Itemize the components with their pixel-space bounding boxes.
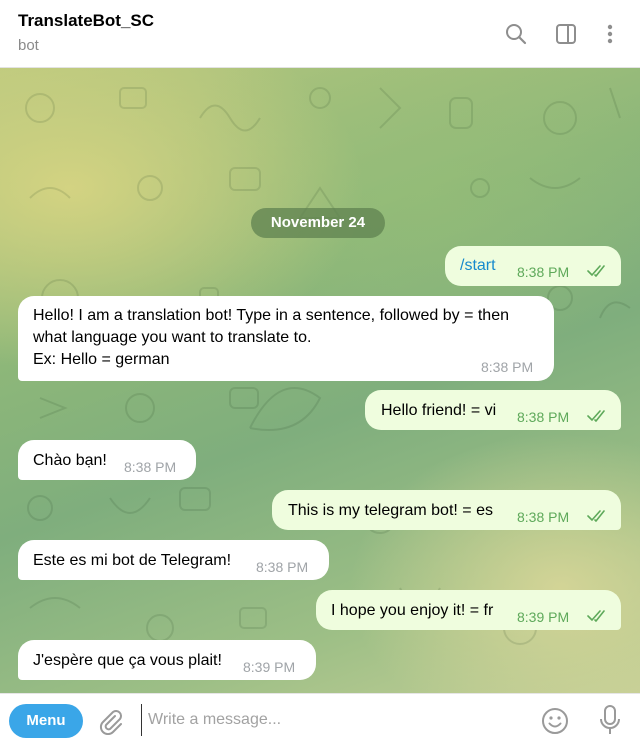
- message-text: Este es mi bot de Telegram!: [33, 552, 232, 569]
- double-check-icon: [587, 410, 605, 422]
- sidebar-panel-icon[interactable]: [552, 20, 580, 48]
- message-line: Ex: Hello = german: [33, 351, 170, 368]
- message-incoming[interactable]: J'espère que ça vous plait! 8:39 PM: [18, 640, 316, 680]
- message-time: 8:39 PM: [517, 609, 570, 625]
- message-outgoing[interactable]: /start 8:38 PM: [445, 246, 621, 286]
- message-text: This is my telegram bot! = es: [288, 502, 493, 519]
- message-text: Chào bạn!: [33, 452, 107, 469]
- message-outgoing[interactable]: Hello friend! = vi 8:38 PM: [365, 390, 621, 430]
- chat-header: TranslateBot_SC bot: [0, 0, 640, 68]
- message-time: 8:38 PM: [517, 509, 570, 525]
- bot-command-link[interactable]: /start: [460, 255, 496, 276]
- double-check-icon: [587, 265, 605, 277]
- message-incoming[interactable]: Este es mi bot de Telegram! 8:38 PM: [18, 540, 329, 580]
- message-composer: Menu: [0, 693, 640, 746]
- message-text: J'espère que ça vous plait!: [33, 652, 222, 669]
- more-vert-icon[interactable]: [596, 20, 624, 48]
- message-time: 8:38 PM: [517, 409, 570, 425]
- chat-history[interactable]: November 24 /start 8:38 PM Hello! I am a…: [0, 68, 640, 693]
- paperclip-icon[interactable]: [96, 707, 124, 740]
- microphone-icon[interactable]: [598, 704, 622, 743]
- date-separator: November 24: [251, 208, 385, 238]
- message-time: 8:38 PM: [256, 559, 309, 575]
- message-incoming[interactable]: Hello! I am a translation bot! Type in a…: [18, 296, 554, 381]
- double-check-icon: [587, 510, 605, 522]
- bot-menu-button[interactable]: Menu: [9, 704, 83, 738]
- message-time: 8:38 PM: [124, 459, 177, 475]
- message-text: Hello friend! = vi: [381, 402, 497, 419]
- message-input[interactable]: [141, 704, 521, 736]
- message-outgoing[interactable]: I hope you enjoy it! = fr 8:39 PM: [316, 590, 621, 630]
- message-time: 8:38 PM: [481, 359, 534, 375]
- message-text: I hope you enjoy it! = fr: [331, 602, 494, 619]
- message-text: Hello! I am a translation bot! Type in a…: [33, 305, 509, 371]
- emoji-icon[interactable]: [540, 706, 570, 741]
- double-check-icon: [587, 610, 605, 622]
- chat-title[interactable]: TranslateBot_SC: [18, 11, 154, 31]
- message-line: Hello! I am a translation bot! Type in a…: [33, 307, 509, 324]
- message-outgoing[interactable]: This is my telegram bot! = es 8:38 PM: [272, 490, 621, 530]
- message-line: what language you want to translate to.: [33, 329, 312, 346]
- message-time: 8:39 PM: [243, 659, 296, 675]
- chat-subtitle: bot: [18, 37, 39, 54]
- search-icon[interactable]: [502, 20, 530, 48]
- message-time: 8:38 PM: [517, 264, 570, 280]
- message-incoming[interactable]: Chào bạn! 8:38 PM: [18, 440, 196, 480]
